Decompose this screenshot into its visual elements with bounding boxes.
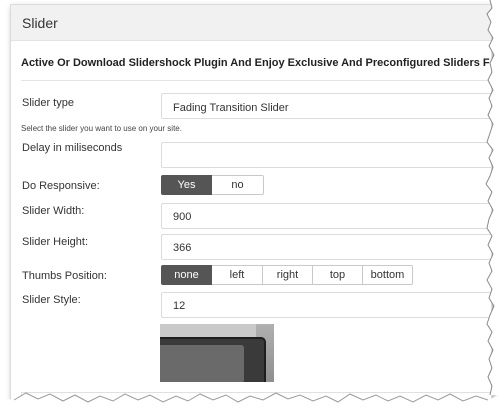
slider-style-input[interactable]: 12 <box>161 292 491 318</box>
delay-input[interactable] <box>161 142 491 168</box>
slider-height-input[interactable]: 366 <box>161 234 491 260</box>
slider-type-hint: Select the slider you want to use on you… <box>21 124 182 133</box>
slider-style-label: Slider Style: <box>22 294 81 306</box>
thumbs-bottom-button[interactable]: bottom <box>363 265 413 285</box>
bottom-section <box>21 392 491 405</box>
slider-width-label: Slider Width: <box>22 205 85 217</box>
divider <box>21 80 491 81</box>
thumbs-top-button[interactable]: top <box>313 265 363 285</box>
thumbs-left-button[interactable]: left <box>212 265 263 285</box>
responsive-label: Do Responsive: <box>22 180 100 192</box>
thumbs-position-toggle: none left right top bottom <box>161 265 413 285</box>
responsive-yes-button[interactable]: Yes <box>161 175 212 195</box>
slider-settings-panel: Slider Active Or Download Slidershock Pl… <box>10 4 492 406</box>
panel-title: Slider <box>22 15 58 31</box>
thumbs-none-button[interactable]: none <box>161 265 212 285</box>
slider-type-select[interactable]: Fading Transition Slider <box>161 93 491 119</box>
slider-height-label: Slider Height: <box>22 236 89 248</box>
slider-style-preview[interactable] <box>160 324 274 382</box>
slidershock-notice: Active Or Download Slidershock Plugin An… <box>21 57 492 69</box>
delay-label: Delay in miliseconds <box>22 142 123 154</box>
responsive-no-button[interactable]: no <box>212 175 264 195</box>
slider-type-label: Slider type <box>22 97 74 109</box>
panel-header: Slider <box>11 5 491 41</box>
slider-width-input[interactable]: 900 <box>161 203 491 229</box>
thumbs-right-button[interactable]: right <box>263 265 313 285</box>
responsive-toggle: Yes no <box>161 175 264 195</box>
thumbs-position-label: Thumbs Position: <box>22 270 107 282</box>
